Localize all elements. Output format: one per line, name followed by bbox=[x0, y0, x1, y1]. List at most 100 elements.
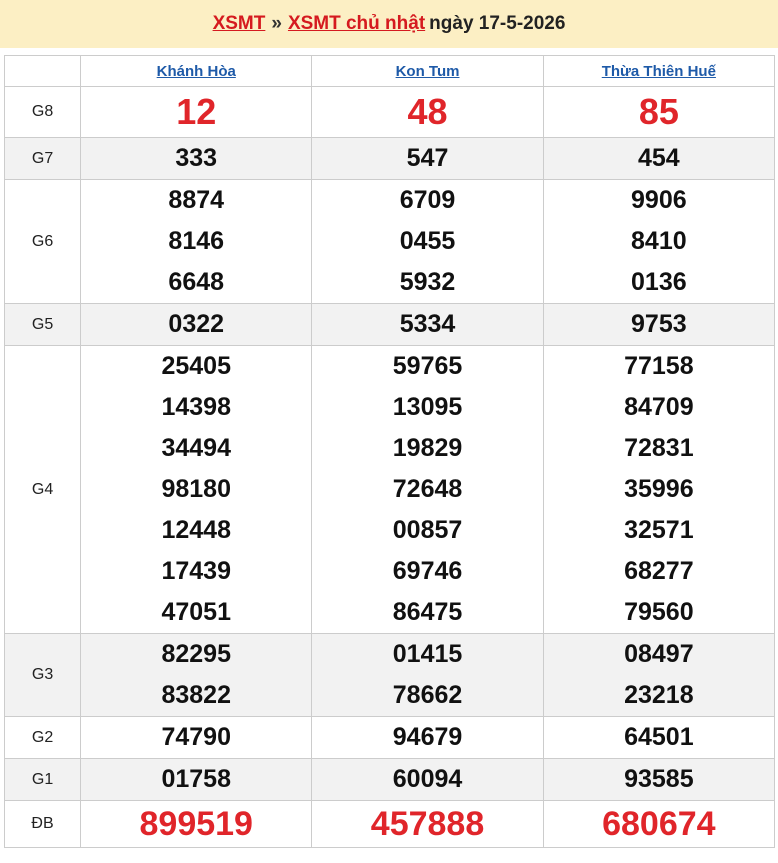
prize-number: 60094 bbox=[392, 765, 463, 793]
prize-number: 59765 bbox=[392, 352, 463, 380]
prize-number: 35996 bbox=[624, 475, 694, 503]
prize-cell: 5334 bbox=[311, 303, 544, 346]
prize-number: 8874 bbox=[168, 186, 225, 214]
prize-cell: 74790 bbox=[80, 716, 313, 759]
prize-number: 00857 bbox=[392, 516, 463, 544]
prize-cell: 25405 14398 34494 98180 12448 17439 47051 bbox=[80, 345, 313, 634]
prize-row-g8: G8 12 48 85 bbox=[3, 86, 776, 138]
prize-cell: 6709 0455 5932 bbox=[311, 179, 544, 304]
prize-label: G4 bbox=[3, 345, 82, 634]
prize-row-g6: G6 8874 8146 6648 6709 0455 5932 9906 8410 0136 bbox=[3, 179, 776, 304]
prize-label: ĐB bbox=[3, 800, 82, 848]
prize-cell: 457888 bbox=[311, 800, 544, 848]
prize-number: 13095 bbox=[392, 393, 463, 421]
prize-number: 12 bbox=[176, 91, 217, 132]
prize-number: 8146 bbox=[168, 227, 225, 255]
province-header: Kon Tum bbox=[311, 55, 544, 87]
prize-number: 47051 bbox=[161, 598, 231, 626]
prize-number: 12448 bbox=[161, 516, 231, 544]
prize-label: G3 bbox=[3, 633, 82, 717]
prize-cell: 0322 bbox=[80, 303, 313, 346]
prize-number: 0136 bbox=[631, 268, 687, 296]
prize-number: 8410 bbox=[631, 227, 687, 255]
prize-number: 93585 bbox=[624, 765, 694, 793]
prize-number: 79560 bbox=[624, 598, 694, 626]
prize-cell: 08497 23218 bbox=[542, 633, 776, 717]
prize-number: 64501 bbox=[624, 723, 694, 751]
province-link-kon-tum[interactable]: Kon Tum bbox=[396, 63, 460, 80]
prize-cell: 9906 8410 0136 bbox=[542, 179, 776, 304]
prize-number: 82295 bbox=[161, 640, 231, 668]
prize-cell: 9753 bbox=[542, 303, 776, 346]
prize-cell: 547 bbox=[311, 137, 544, 180]
prize-number: 5932 bbox=[399, 268, 456, 296]
province-link-khanh-hoa[interactable]: Khánh Hòa bbox=[157, 63, 236, 80]
prize-number: 08497 bbox=[624, 640, 694, 668]
province-header-row: Khánh Hòa Kon Tum Thừa Thiên Huế bbox=[3, 55, 776, 87]
prize-label: G5 bbox=[3, 303, 82, 346]
prize-cell: 64501 bbox=[542, 716, 776, 759]
prize-number: 94679 bbox=[392, 723, 463, 751]
prize-cell: 333 bbox=[80, 137, 313, 180]
prize-row-đb: ĐB 899519 457888 680674 bbox=[3, 800, 776, 848]
prize-cell: 77158 84709 72831 35996 32571 68277 79560 bbox=[542, 345, 776, 634]
prize-number: 69746 bbox=[392, 557, 463, 585]
prize-number: 14398 bbox=[161, 393, 231, 421]
province-link-thua-thien-hue[interactable]: Thừa Thiên Huế bbox=[602, 63, 716, 80]
prize-cell: 8874 8146 6648 bbox=[80, 179, 313, 304]
prize-number: 78662 bbox=[392, 681, 463, 709]
prize-number: 72648 bbox=[392, 475, 463, 503]
prize-label: G6 bbox=[3, 179, 82, 304]
prize-number: 48 bbox=[407, 91, 448, 132]
prize-cell: 82295 83822 bbox=[80, 633, 313, 717]
prize-number: 9753 bbox=[631, 310, 687, 338]
prize-number: 74790 bbox=[161, 723, 231, 751]
prize-cell: 680674 bbox=[542, 800, 776, 848]
prize-number: 680674 bbox=[602, 805, 716, 843]
prize-cell: 48 bbox=[311, 86, 544, 138]
prize-cell: 59765 13095 19829 72648 00857 69746 86475 bbox=[311, 345, 544, 634]
prize-cell: 85 bbox=[542, 86, 776, 138]
prize-number: 83822 bbox=[161, 681, 231, 709]
prize-row-g5: G5 0322 5334 9753 bbox=[3, 303, 776, 346]
prize-number: 899519 bbox=[139, 805, 253, 843]
prize-row-g3: G3 82295 83822 01415 78662 08497 23218 bbox=[3, 633, 776, 717]
breadcrumb-separator: » bbox=[271, 13, 282, 34]
prize-number: 0322 bbox=[168, 310, 225, 338]
prize-cell: 93585 bbox=[542, 758, 776, 801]
page-header: XSMT » XSMT chủ nhật ngày 17-5-2026 bbox=[0, 0, 778, 48]
prize-number: 77158 bbox=[624, 352, 694, 380]
prize-number: 19829 bbox=[392, 434, 463, 462]
prize-number: 454 bbox=[637, 144, 680, 172]
prize-number: 72831 bbox=[624, 434, 694, 462]
prize-number: 34494 bbox=[161, 434, 231, 462]
prize-number: 0455 bbox=[399, 227, 456, 255]
prize-number: 32571 bbox=[624, 516, 694, 544]
prize-label: G8 bbox=[3, 86, 82, 138]
prize-cell: 01758 bbox=[80, 758, 313, 801]
prize-number: 6709 bbox=[399, 186, 456, 214]
province-header: Khánh Hòa bbox=[80, 55, 313, 87]
prize-number: 6648 bbox=[168, 268, 225, 296]
xsmt-sunday-link[interactable]: XSMT chủ nhật bbox=[288, 13, 425, 35]
prize-label: G1 bbox=[3, 758, 82, 801]
prize-number: 23218 bbox=[624, 681, 694, 709]
prize-cell: 01415 78662 bbox=[311, 633, 544, 717]
prize-number: 333 bbox=[175, 144, 218, 172]
prize-cell: 60094 bbox=[311, 758, 544, 801]
prize-number: 01415 bbox=[392, 640, 463, 668]
prize-label: G2 bbox=[3, 716, 82, 759]
draw-date: ngày 17-5-2026 bbox=[429, 13, 566, 34]
prize-row-g1: G1 01758 60094 93585 bbox=[3, 758, 776, 801]
results-table: Khánh Hòa Kon Tum Thừa Thiên Huế G8 12 48 8… bbox=[3, 55, 776, 848]
prize-number: 68277 bbox=[624, 557, 694, 585]
xsmt-link[interactable]: XSMT bbox=[213, 13, 266, 35]
prize-cell: 94679 bbox=[311, 716, 544, 759]
prize-number: 5334 bbox=[399, 310, 456, 338]
prize-row-g2: G2 74790 94679 64501 bbox=[3, 716, 776, 759]
corner-cell bbox=[3, 55, 82, 87]
prize-number: 25405 bbox=[161, 352, 231, 380]
prize-cell: 12 bbox=[80, 86, 313, 138]
province-header: Thừa Thiên Huế bbox=[542, 55, 776, 87]
prize-number: 98180 bbox=[161, 475, 231, 503]
